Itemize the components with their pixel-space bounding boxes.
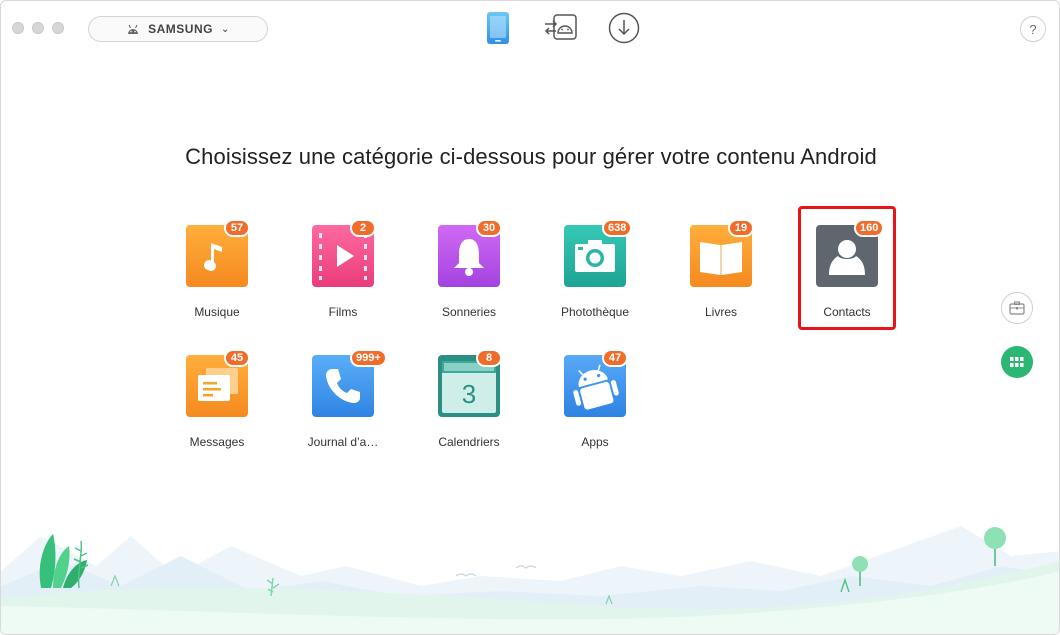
device-name: SAMSUNG [148, 22, 213, 36]
categories-grid-button[interactable] [1001, 346, 1033, 378]
toolbox-button[interactable] [1001, 292, 1033, 324]
music-tile: 57 [186, 219, 250, 287]
count-badge: 8 [476, 349, 502, 367]
help-button[interactable]: ? [1020, 16, 1046, 42]
device-selector[interactable]: SAMSUNG ⌄ [88, 16, 268, 42]
count-badge: 45 [224, 349, 250, 367]
window-controls [12, 22, 64, 34]
contacts-tile: 160 [816, 219, 885, 287]
landscape-illustration [1, 526, 1059, 634]
category-label: Photothèque [560, 305, 630, 319]
android-icon [128, 24, 139, 34]
minimize-window-button[interactable] [32, 22, 44, 34]
count-badge: 999+ [350, 349, 387, 367]
category-label: Messages [189, 435, 245, 449]
category-journal-appels[interactable]: 999+ Journal d’a… [293, 349, 393, 465]
category-films[interactable]: 2 Films [293, 219, 393, 335]
category-sonneries[interactable]: 30 Sonneries [419, 219, 519, 335]
category-label: Films [328, 305, 358, 319]
category-label: Sonneries [441, 305, 497, 319]
count-badge: 2 [350, 219, 376, 237]
zoom-window-button[interactable] [52, 22, 64, 34]
category-apps[interactable]: 47 Apps [545, 349, 645, 465]
downloader-button[interactable] [607, 11, 641, 45]
ringtone-tile: 30 [438, 219, 502, 287]
count-badge: 57 [224, 219, 250, 237]
count-badge: 160 [854, 219, 885, 237]
category-phototheque[interactable]: 638 Photothèque [545, 219, 645, 335]
book-tile: 19 [690, 219, 754, 287]
android-mover-button[interactable] [544, 11, 578, 45]
main-nav [481, 11, 641, 45]
category-label: Livres [704, 305, 737, 319]
category-contacts[interactable]: 160 Contacts [797, 219, 897, 335]
download-icon [608, 12, 640, 44]
apps-tile: 47 [564, 349, 628, 417]
grid-icon [1010, 357, 1024, 367]
messages-tile: 45 [186, 349, 250, 417]
device-manager-button[interactable] [481, 11, 515, 45]
category-label: Apps [581, 435, 609, 449]
count-badge: 47 [602, 349, 628, 367]
chevron-down-icon: ⌄ [220, 23, 230, 35]
close-window-button[interactable] [12, 22, 24, 34]
calendar-tile: 3 8 [438, 349, 502, 417]
call-log-tile: 999+ [312, 349, 387, 417]
svg-text:3: 3 [462, 379, 476, 409]
category-label: Musique [194, 305, 240, 319]
count-badge: 30 [476, 219, 502, 237]
photo-tile: 638 [564, 219, 633, 287]
category-label: Journal d’a… [307, 435, 379, 449]
phone-icon [487, 12, 509, 44]
category-calendriers[interactable]: 3 8 Calendriers [419, 349, 519, 465]
category-label: Contacts [823, 305, 871, 319]
category-messages[interactable]: 45 Messages [167, 349, 267, 465]
app-window: SAMSUNG ⌄ ? Choisissez une catégorie ci-… [0, 0, 1060, 635]
briefcase-icon [1009, 301, 1025, 315]
count-badge: 19 [728, 219, 754, 237]
category-label: Calendriers [438, 435, 500, 449]
category-livres[interactable]: 19 Livres [671, 219, 771, 335]
category-musique[interactable]: 57 Musique [167, 219, 267, 335]
android-transfer-icon [544, 14, 577, 40]
help-label: ? [1029, 21, 1037, 37]
count-badge: 638 [602, 219, 633, 237]
page-title: Choisissez une catégorie ci-dessous pour… [185, 144, 877, 169]
film-tile: 2 [312, 219, 376, 287]
